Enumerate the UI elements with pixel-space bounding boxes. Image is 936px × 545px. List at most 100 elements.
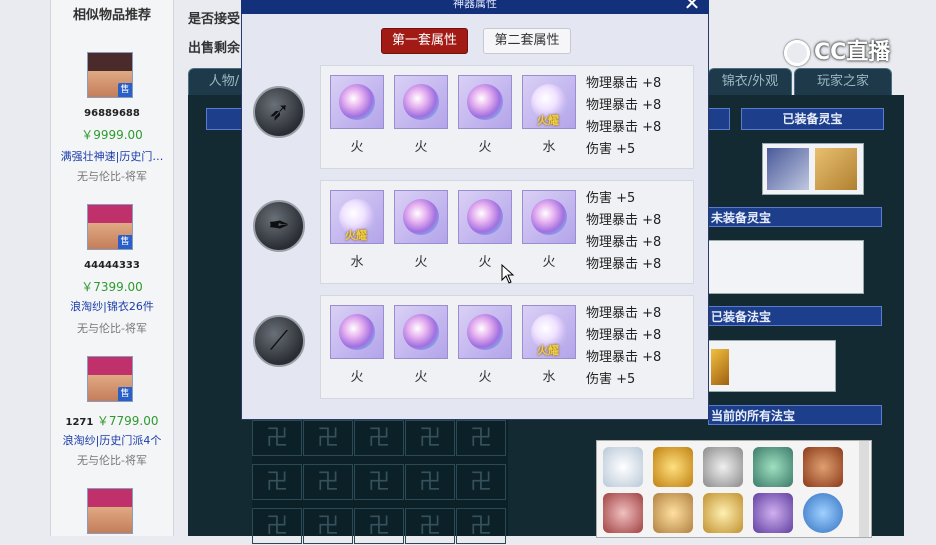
gem-badge: 火耀 [345,229,367,242]
box-title-stub [206,108,244,130]
gem-icon[interactable] [330,305,384,359]
item-price: ￥7399.00 [81,280,143,294]
stat-line: 物理暴击 +8 [586,98,662,113]
avatar[interactable] [87,488,133,534]
gem-element-label: 水 [350,255,364,270]
set2-button[interactable]: 第二套属性 [483,28,571,54]
sale-tag-icon: 售 [118,235,132,249]
gem-element-label: 火 [414,140,428,155]
stat-line: 物理暴击 +8 [586,306,662,321]
scrollbar[interactable] [859,441,869,537]
gem-icon[interactable] [458,305,512,359]
gem-element-label: 火 [350,370,364,385]
gem-icon[interactable]: 火耀 [330,190,384,244]
remaining-sale-label: 出售剩余 [188,41,241,56]
gem-icon[interactable] [330,75,384,129]
grid-cell[interactable]: 卍 [354,508,404,544]
item-id: 96889688 [84,108,140,119]
all-fabao-title: 当前的所有法宝 [708,405,882,425]
gem-element-label: 火 [414,255,428,270]
lingbao-item-icon[interactable] [767,148,809,190]
lingbao-item-icon[interactable] [815,148,857,190]
feather-icon: ✒ [253,200,305,252]
item-name-link[interactable]: 浪淘纱|历史门派4个 [51,432,173,448]
avatar[interactable]: 售 [87,204,133,250]
fabao-item-icon[interactable] [603,447,643,487]
stat-line: 物理暴击 +8 [586,213,662,228]
fabao-item-icon[interactable] [703,447,743,487]
stat-line: 物理暴击 +8 [586,120,662,135]
dagger-icon: ⟋ [253,315,305,367]
fabao-item-icon[interactable] [603,493,643,533]
stat-line: 物理暴击 +8 [586,328,662,343]
item-desc: 无与伦比-将军 [77,170,147,183]
fabao-item-icon[interactable] [803,447,843,487]
gem-element-label: 火 [350,140,364,155]
dialog-title: 神器属性 [241,0,709,14]
grid-cell[interactable]: 卍 [252,508,302,544]
cc-live-logo: CC直播 [784,34,890,66]
gem-element-label: 火 [478,370,492,385]
gem-icon[interactable]: 火耀 [522,305,576,359]
gem-icon[interactable] [394,75,448,129]
unequipped-lingbao-title: 未装备灵宝 [708,207,882,227]
grid-cell[interactable]: 卍 [405,508,455,544]
item-name-link[interactable]: 浪淘纱|锦衣26件 [51,298,173,314]
gem-icon[interactable] [394,190,448,244]
fabao-item-icon[interactable] [653,447,693,487]
set1-button[interactable]: 第一套属性 [381,28,468,54]
bird-icon: ➶ [253,86,305,138]
fabao-item-icon[interactable] [753,447,793,487]
fabao-item-icon[interactable] [803,493,843,533]
item-id: 1271 [65,417,94,428]
box-title-stub [708,108,730,130]
accept-offer-label: 是否接受 [188,12,241,27]
stat-line: 物理暴击 +8 [586,257,662,272]
item-price: ￥7799.00 [96,414,159,428]
gem-icon[interactable] [458,190,512,244]
fabao-list [596,440,872,538]
gem-icon[interactable]: 火耀 [522,75,576,129]
item-name-link[interactable]: 满强壮神速|历史门… [51,148,173,164]
grid-cell[interactable]: 卍 [252,464,302,500]
equipped-lingbao-slots [762,143,864,195]
grid-cell[interactable]: 卍 [405,464,455,500]
avatar[interactable]: 售 [87,52,133,98]
sidebar-title: 相似物品推荐 [72,8,151,23]
sale-tag-icon: 售 [118,83,132,97]
item-id: 44444333 [84,260,140,271]
grid-cell[interactable]: 卍 [252,420,302,456]
gem-badge: 火耀 [537,114,559,127]
gem-icon[interactable] [394,305,448,359]
tab-outfit[interactable]: 锦衣/外观 [708,68,792,96]
sale-tag-icon: 售 [118,387,132,401]
fabao-item-icon[interactable] [653,493,693,533]
fabao-item-icon[interactable] [711,349,729,385]
item-desc: 无与伦比-将军 [77,454,147,467]
grid-cell[interactable]: 卍 [354,420,404,456]
grid-cell[interactable]: 卍 [456,508,506,544]
gem-element-label: 火 [542,255,556,270]
inventory-grid: 卍 卍 卍 卍 卍 卍 卍 卍 卍 卍 卍 卍 卍 卍 卍 [252,420,508,544]
fabao-item-icon[interactable] [753,493,793,533]
mouse-cursor-icon [501,264,515,284]
grid-cell[interactable]: 卍 [405,420,455,456]
gem-icon[interactable] [458,75,512,129]
stat-line: 伤害 +5 [586,191,636,206]
item-price: ￥9999.00 [81,128,143,142]
tab-home[interactable]: 玩家之家 [794,68,892,96]
grid-cell[interactable]: 卍 [456,420,506,456]
fabao-item-icon[interactable] [703,493,743,533]
grid-cell[interactable]: 卍 [354,464,404,500]
close-icon[interactable]: ✕ [680,0,704,14]
grid-cell[interactable]: 卍 [303,464,353,500]
avatar[interactable]: 售 [87,356,133,402]
gem-icon[interactable] [522,190,576,244]
grid-cell[interactable]: 卍 [303,508,353,544]
gem-element-label: 水 [542,140,556,155]
grid-cell[interactable]: 卍 [456,464,506,500]
item-desc: 无与伦比-将军 [77,322,147,335]
equipped-fabao-title: 已装备法宝 [708,306,882,326]
grid-cell[interactable]: 卍 [303,420,353,456]
stat-line: 物理暴击 +8 [586,235,662,250]
